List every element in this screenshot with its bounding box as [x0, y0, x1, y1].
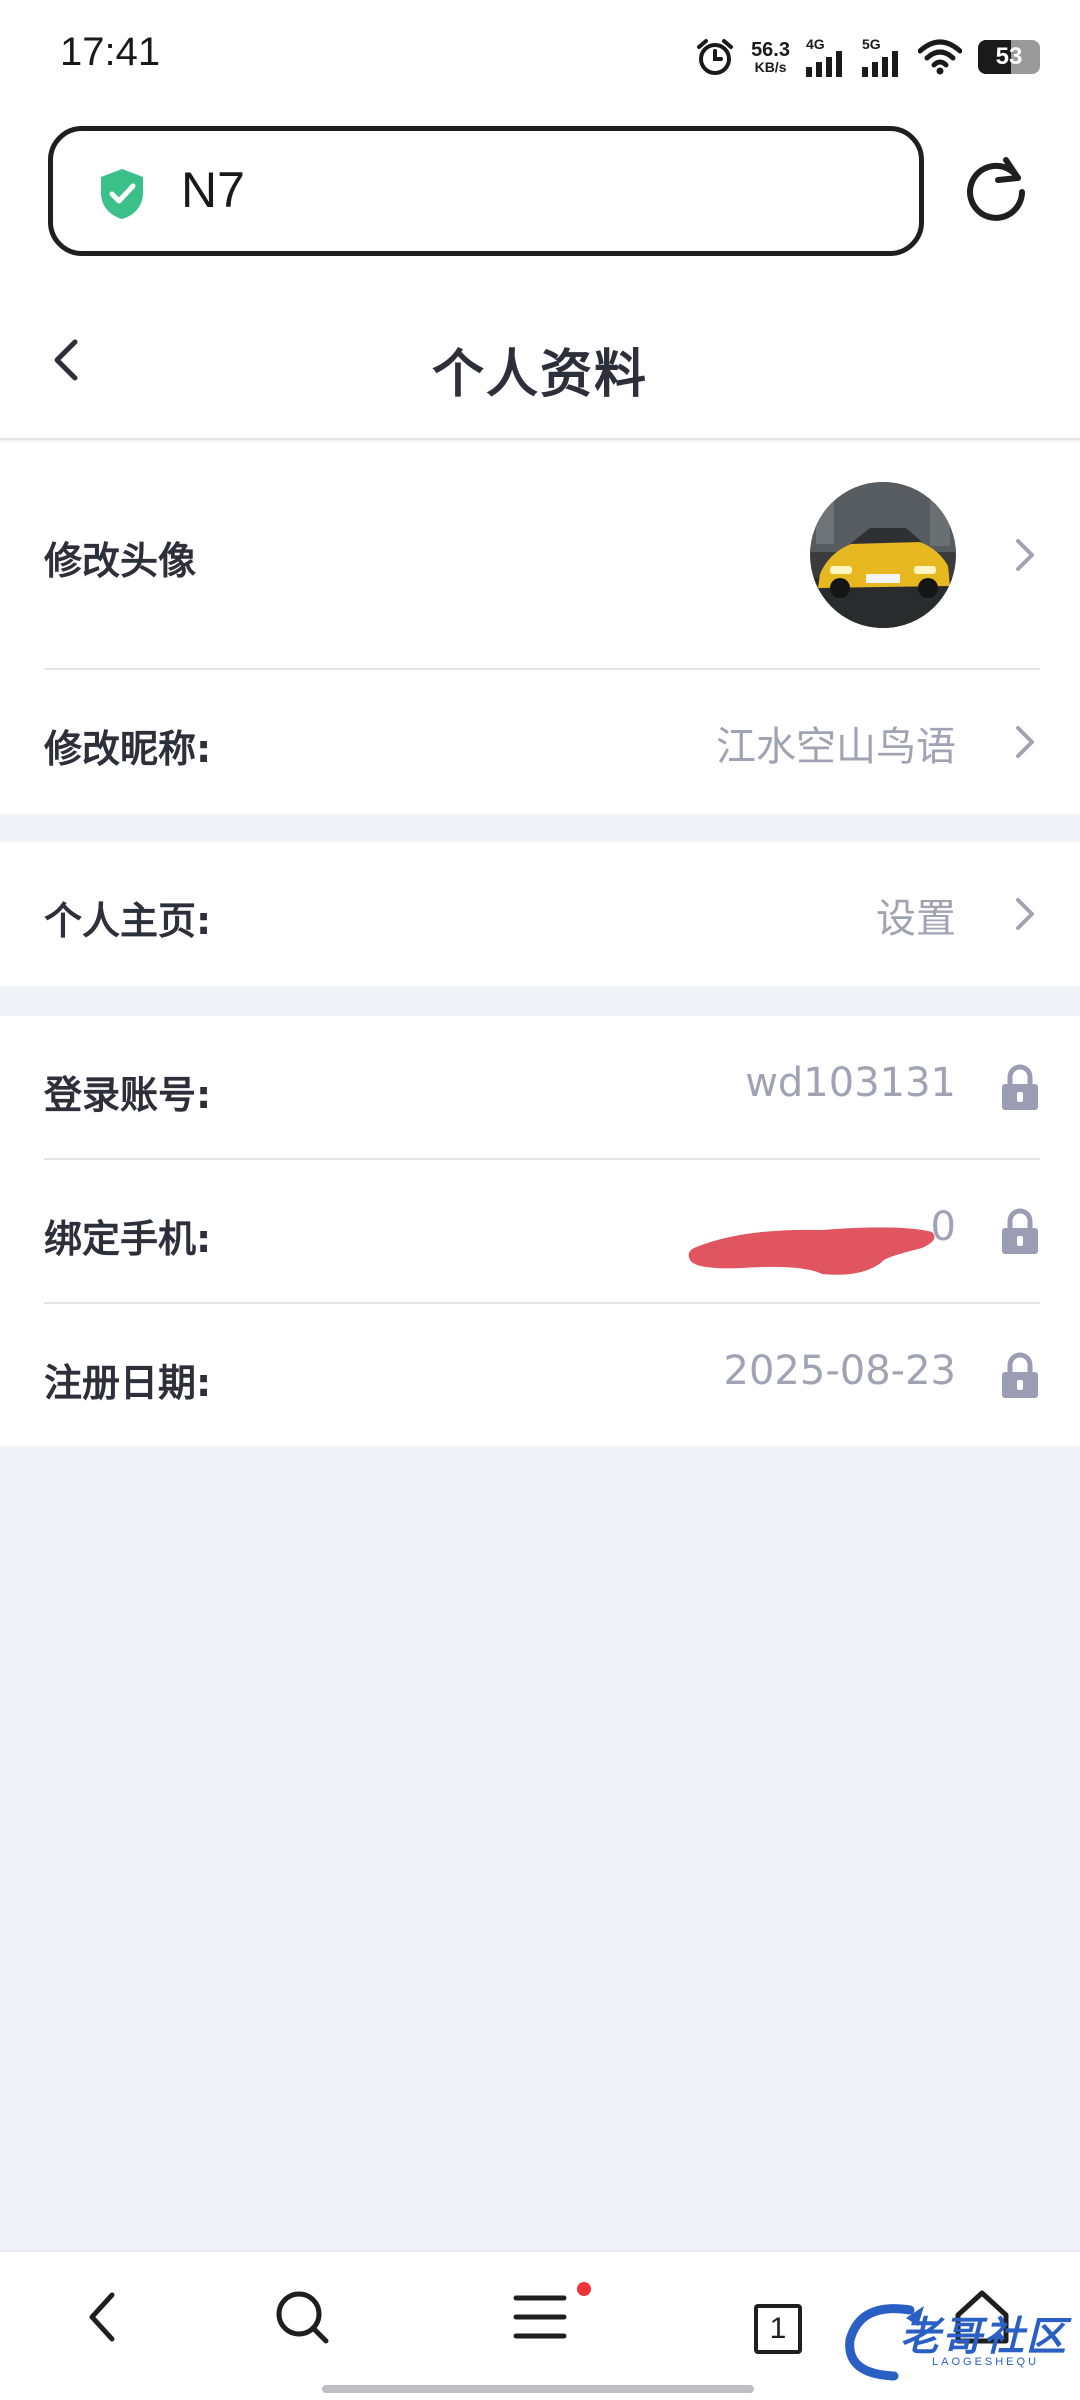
signal-5g: 5G	[862, 37, 902, 77]
address-bar[interactable]: N7	[48, 126, 924, 256]
avatar[interactable]	[810, 482, 956, 628]
page-header: 个人资料	[0, 280, 1080, 440]
watermark-text: 老哥社区	[900, 2314, 1068, 2360]
signal-icon	[862, 51, 898, 77]
alarm-icon	[697, 39, 734, 75]
nav-search-button[interactable]	[262, 2272, 342, 2362]
tab-count: 1	[769, 2312, 787, 2345]
status-time: 17:41	[60, 30, 161, 74]
net-speed: 56.3 KB/s	[751, 40, 790, 74]
profile-group-basic: 修改头像 修改昵称: 江水空山鸟语	[0, 442, 1080, 814]
home-indicator[interactable]	[322, 2385, 754, 2393]
account-label: 登录账号:	[44, 1073, 212, 1117]
reload-icon[interactable]	[960, 152, 1032, 224]
row-avatar[interactable]: 修改头像	[0, 442, 1080, 668]
nav-back-button[interactable]	[62, 2272, 142, 2362]
battery-level: 53	[995, 43, 1023, 70]
register-label: 注册日期:	[44, 1361, 212, 1405]
chevron-right-icon	[1016, 898, 1034, 930]
signal-4g-label: 4G	[806, 36, 825, 52]
row-homepage[interactable]: 个人主页: 设置	[0, 842, 1080, 986]
row-nickname[interactable]: 修改昵称: 江水空山鸟语	[0, 670, 1080, 814]
back-icon	[89, 2292, 115, 2342]
avatar-label: 修改头像	[44, 539, 197, 583]
bottom-nav: 1 老哥社区 LAOGESHEQU	[0, 2250, 1080, 2400]
row-register-date: 注册日期: 2025-08-23	[0, 1304, 1080, 1446]
menu-icon	[513, 2295, 567, 2339]
watermark-logo: 老哥社区 LAOGESHEQU	[840, 2296, 1070, 2386]
nav-menu-button[interactable]	[500, 2272, 580, 2362]
lock-icon	[1002, 1352, 1038, 1398]
shield-check-icon	[101, 169, 143, 219]
lock-icon	[1002, 1208, 1038, 1254]
redaction-mark	[688, 1227, 935, 1275]
status-icons: 56.3 KB/s 4G 5G 53	[695, 32, 1040, 82]
wifi-icon	[918, 39, 962, 75]
status-bar: 17:41 56.3 KB/s 4G 5G 53	[0, 0, 1080, 110]
nav-tabs-button[interactable]: 1	[754, 2304, 802, 2354]
menu-badge	[577, 2282, 591, 2296]
address-text: N7	[181, 162, 245, 218]
signal-5g-label: 5G	[862, 36, 881, 52]
nickname-label: 修改昵称:	[44, 727, 212, 771]
row-phone: 绑定手机: 0	[0, 1160, 1080, 1302]
nickname-value: 江水空山鸟语	[716, 724, 956, 770]
homepage-value: 设置	[876, 896, 956, 942]
signal-icon	[806, 51, 842, 77]
screen: 17:41 56.3 KB/s 4G 5G 53 N7 个人资料 修改头像 修改…	[0, 0, 1080, 2400]
signal-4g: 4G	[806, 37, 846, 77]
net-speed-unit: KB/s	[754, 59, 787, 75]
browser-toolbar: N7	[0, 110, 1080, 280]
net-speed-value: 56.3	[751, 39, 790, 61]
lock-icon	[1002, 1064, 1038, 1110]
account-value: wd103131	[745, 1060, 956, 1106]
battery-icon: 53	[978, 40, 1040, 74]
search-icon	[276, 2291, 329, 2344]
avatar-car-image	[810, 482, 956, 628]
profile-group-homepage: 个人主页: 设置	[0, 842, 1080, 986]
phone-label: 绑定手机:	[44, 1217, 212, 1261]
register-value: 2025-08-23	[723, 1348, 956, 1394]
profile-group-account: 登录账号: wd103131 绑定手机: 0 注册日期: 2025-08-23	[0, 1016, 1080, 1446]
homepage-label: 个人主页:	[44, 899, 212, 943]
chevron-right-icon	[1016, 726, 1034, 758]
row-account: 登录账号: wd103131	[0, 1016, 1080, 1158]
watermark-subtext: LAOGESHEQU	[932, 2356, 1040, 2368]
chevron-right-icon	[1016, 539, 1034, 571]
page-title: 个人资料	[431, 345, 648, 405]
